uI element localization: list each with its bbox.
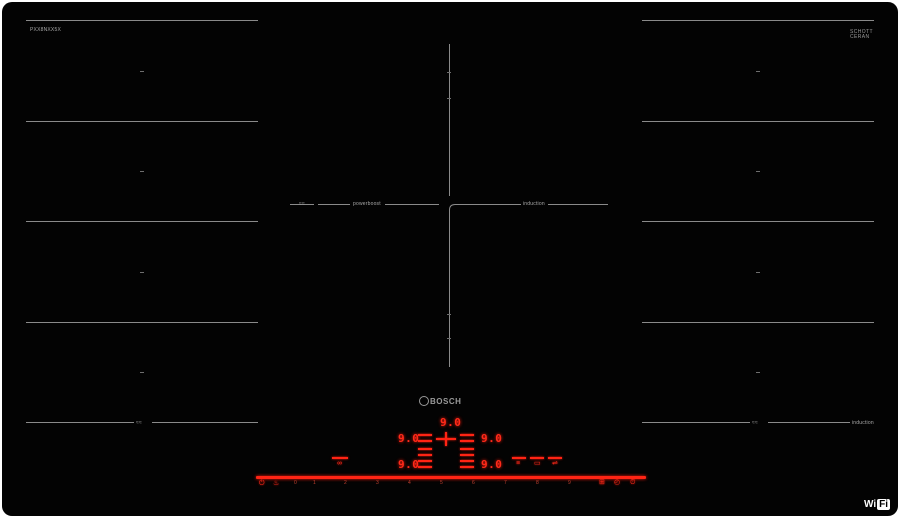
bosch-logo-icon <box>419 396 429 406</box>
slider-label[interactable]: 2 <box>344 480 347 486</box>
zone-indicator-bar <box>418 454 432 456</box>
slider-label[interactable]: 5 <box>440 480 443 486</box>
slider-label[interactable]: 1 <box>313 480 316 486</box>
zone-indicator-bar <box>332 457 348 459</box>
flex-zone-icon[interactable]: ∞ <box>337 460 342 467</box>
wifi-prefix: Wi <box>864 499 877 510</box>
slider-label[interactable]: 4 <box>408 480 411 486</box>
display-top: 9.0 <box>440 416 462 429</box>
left-mid-line-b <box>318 204 350 205</box>
zone-indicator-bar <box>460 460 474 462</box>
left-zone-mark-3 <box>140 272 144 273</box>
display-left-lower[interactable]: 9.0 <box>398 458 419 471</box>
left-zone-line-5b <box>152 422 258 423</box>
right-zone-mark-4 <box>756 372 760 373</box>
pot-icon[interactable]: ▭ <box>534 460 541 467</box>
right-zone-mark-2 <box>756 171 760 172</box>
slider-label[interactable]: 9 <box>568 480 571 486</box>
zone-indicator-bar <box>548 457 562 459</box>
slider-label[interactable]: 0 <box>294 480 297 486</box>
center-top-mark-1 <box>447 72 451 73</box>
zone-indicator-bar <box>460 448 474 450</box>
right-zone-line-5a <box>642 422 750 423</box>
clock-icon[interactable]: ⏱ <box>630 479 635 486</box>
zone-indicator-bar <box>530 457 544 459</box>
lock-icon[interactable]: ⊞ <box>599 479 605 486</box>
zone-indicator-bar <box>460 434 474 436</box>
right-zone-mark-3 <box>756 272 760 273</box>
flex-mark-upper: ≈≈ <box>299 201 305 207</box>
center-top-mark-2 <box>447 98 451 99</box>
right-zone-line-4 <box>642 322 874 323</box>
schott-ceran-logo: SCHOTT CERAN <box>850 30 873 40</box>
move-icon[interactable]: ⇌ <box>552 460 558 467</box>
flex-mark-lower-right: ≈≈ <box>752 420 758 426</box>
brand-label: BOSCH <box>430 397 462 406</box>
wifi-badge: Wi Fi <box>864 499 891 510</box>
slider-labels: 0 1 2 3 4 5 6 7 8 9 <box>258 480 658 490</box>
display-left-upper[interactable]: 9.0 <box>398 432 419 445</box>
left-zone-mark-4 <box>140 372 144 373</box>
zone-indicator-bar <box>512 457 526 459</box>
right-zone-mark-1 <box>756 71 760 72</box>
center-bottom-mark-2 <box>447 338 451 339</box>
center-bottom-mark-1 <box>447 314 451 315</box>
left-zone-mark-1 <box>140 71 144 72</box>
powerboost-label: powerboost <box>353 201 381 207</box>
induction-label-lower: induction <box>852 420 874 426</box>
center-corner-curve <box>449 204 462 216</box>
zone-indicator-bar <box>418 460 432 462</box>
glass-brand-line2: CERAN <box>850 34 870 40</box>
left-zone-line-5a <box>26 422 134 423</box>
left-mid-line-c <box>385 204 439 205</box>
flex-mark-lower-left: ≈≈ <box>136 420 142 426</box>
slider-label[interactable]: 6 <box>472 480 475 486</box>
left-zone-line-4 <box>26 322 258 323</box>
right-zone-line-2 <box>642 121 874 122</box>
zone-indicator-bar <box>460 466 474 468</box>
cooktop-glass: PXX8NXX5X SCHOTT CERAN ≈≈ ≈≈ induction ≈… <box>2 2 898 516</box>
zone-indicator-bar <box>418 440 432 442</box>
slider-label[interactable]: 7 <box>504 480 507 486</box>
pan-icon[interactable]: ≡ <box>516 460 520 467</box>
display-right-upper[interactable]: 9.0 <box>481 432 502 445</box>
center-vertical-line-bottom <box>449 212 450 367</box>
model-label: PXX8NXX5X <box>30 27 61 33</box>
left-zone-mark-2 <box>140 171 144 172</box>
left-zone-line-3 <box>26 221 258 222</box>
left-zone-line-2 <box>26 121 258 122</box>
right-zone-line-3 <box>642 221 874 222</box>
induction-label-upper: induction <box>523 201 545 207</box>
power-slider[interactable] <box>256 476 646 479</box>
center-vertical-line-top <box>449 44 450 196</box>
zone-indicator-bar <box>460 440 474 442</box>
display-right-lower[interactable]: 9.0 <box>481 458 502 471</box>
right-zone-line-5b <box>768 422 850 423</box>
right-zone-line-1 <box>642 20 874 21</box>
zone-indicator-bar <box>445 432 447 446</box>
zone-indicator-bar <box>460 454 474 456</box>
left-zone-line-1 <box>26 20 258 21</box>
slider-label[interactable]: 8 <box>536 480 539 486</box>
zone-indicator-bar <box>418 434 432 436</box>
right-mid-line-a <box>461 204 521 205</box>
slider-label[interactable]: 3 <box>376 480 379 486</box>
wifi-box: Fi <box>877 499 891 510</box>
zone-indicator-bar <box>418 466 432 468</box>
zone-indicator-bar <box>418 448 432 450</box>
timer-icon[interactable]: ◴ <box>614 479 620 486</box>
right-mid-line-b <box>548 204 608 205</box>
